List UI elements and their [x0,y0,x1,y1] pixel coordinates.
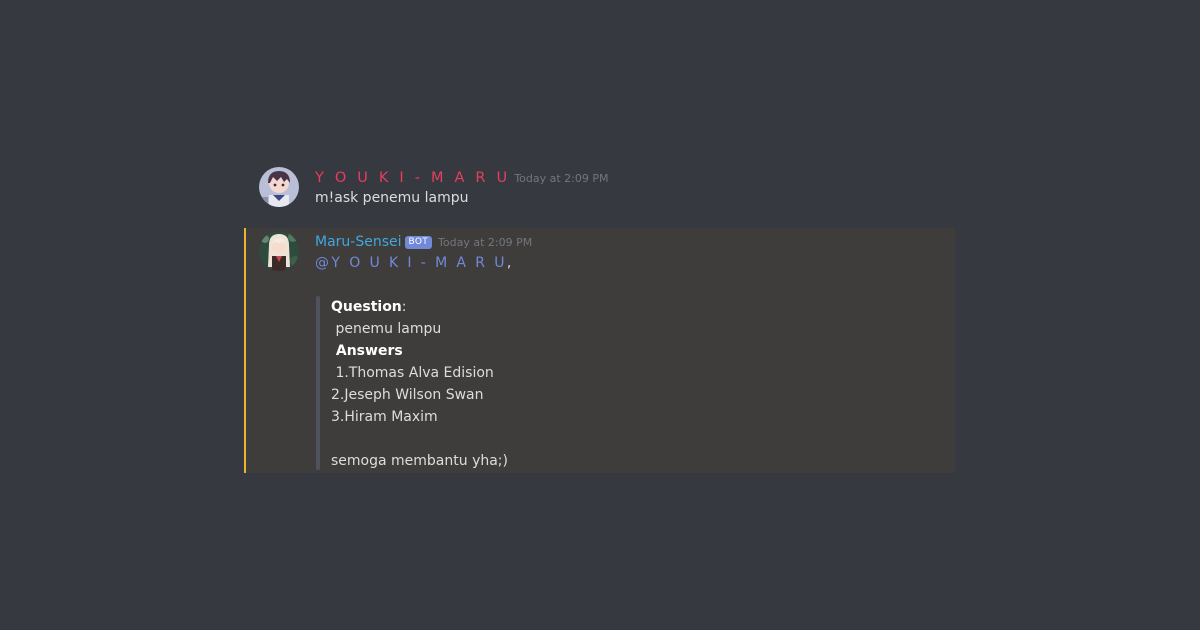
answers-label: Answers [331,343,403,359]
message-header: Maru-Sensei BOT Today at 2:09 PM [315,231,532,251]
message-youki-maru: Y O U K I - M A R U Today at 2:09 PM m!as… [244,164,955,212]
question-text: penemu lampu [331,321,442,337]
user-avatar-maru-sensei[interactable] [259,231,299,271]
answer-item: 2.Jeseph Wilson Swan [331,387,484,403]
anime-girl-avatar-icon [259,231,299,271]
bot-badge: BOT [404,236,433,249]
message-content: m!ask penemu lampu [315,190,469,206]
question-colon: : [401,299,407,315]
username[interactable]: Y O U K I - M A R U [315,170,510,186]
user-mention[interactable]: @Y O U K I - M A R U [315,255,507,271]
timestamp[interactable]: Today at 2:09 PM [514,172,608,185]
chat-messages: Y O U K I - M A R U Today at 2:09 PM m!as… [0,0,1200,630]
question-label: Question [331,299,402,315]
mention-suffix: , [506,255,512,271]
timestamp[interactable]: Today at 2:09 PM [438,236,532,249]
anime-boy-avatar-icon [259,167,299,207]
answer-item: 1.Thomas Alva Edision [331,365,494,381]
blockquote-bar [316,296,320,470]
message-header: Y O U K I - M A R U Today at 2:09 PM [315,167,609,187]
closing-text: semoga membantu yha;) [331,453,508,469]
mention-line: @Y O U K I - M A R U, [315,253,511,273]
message-maru-sensei: Maru-Sensei BOT Today at 2:09 PM @Y O U K … [244,228,955,473]
user-avatar-youki-maru[interactable] [259,167,299,207]
answer-item: 3.Hiram Maxim [331,409,438,425]
question-line: Question: [331,296,407,318]
username[interactable]: Maru-Sensei [315,234,402,250]
